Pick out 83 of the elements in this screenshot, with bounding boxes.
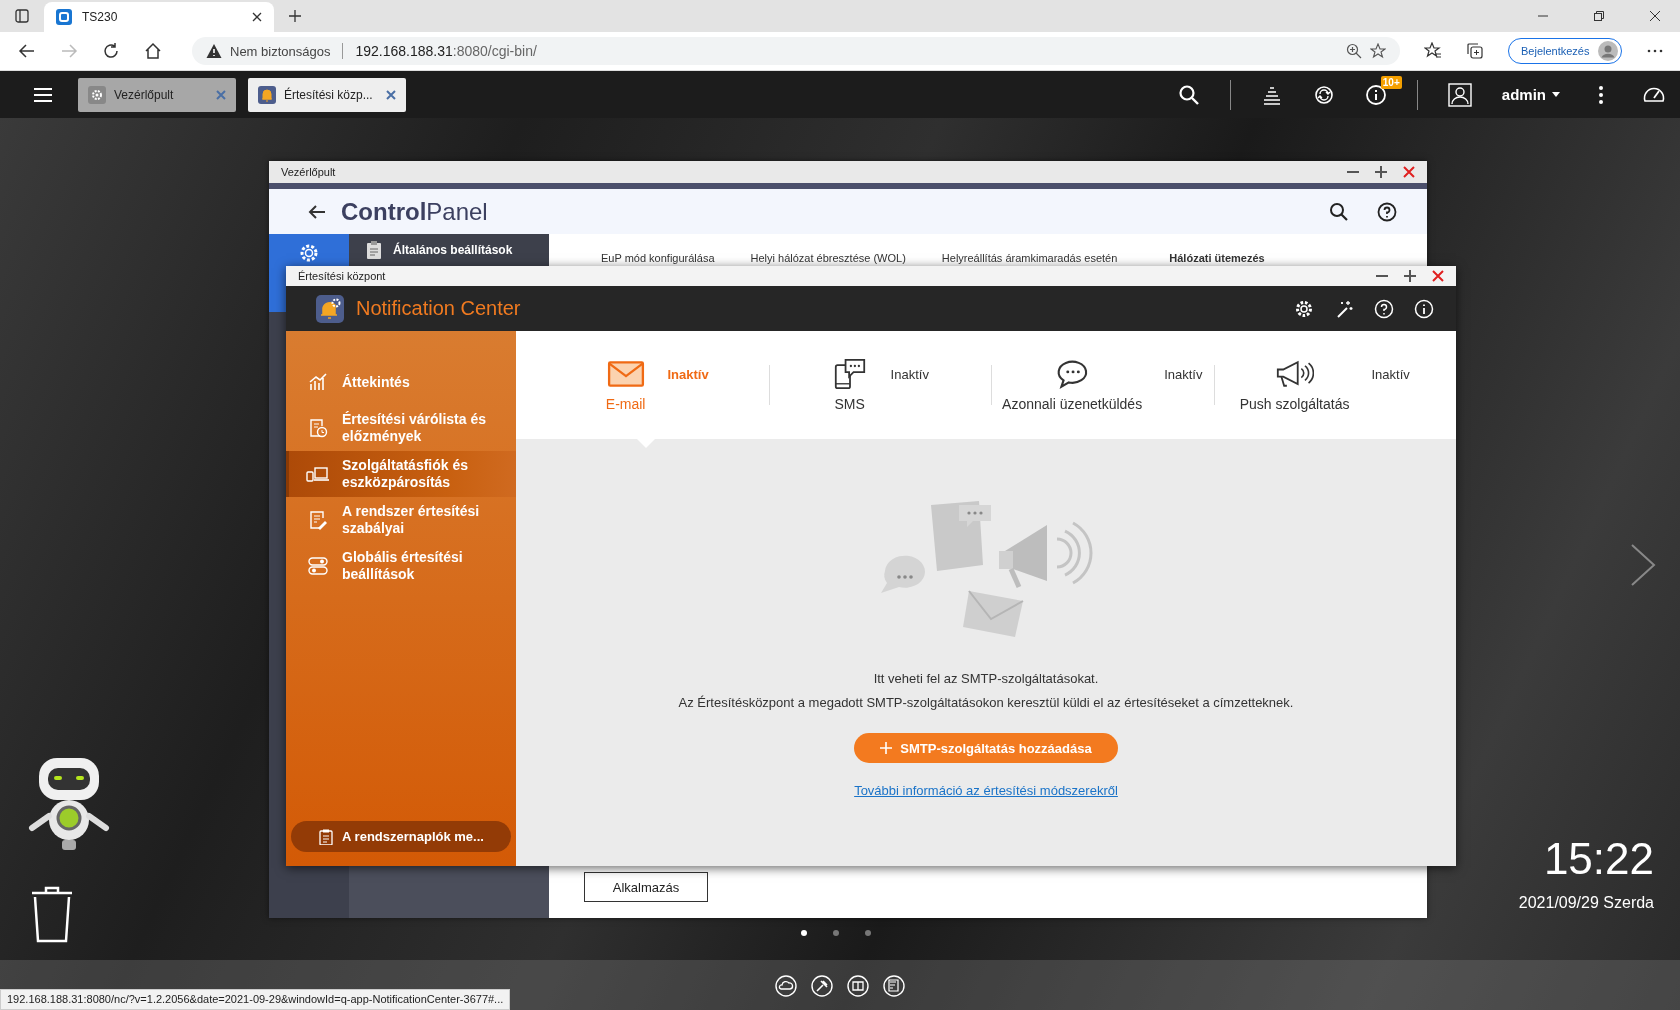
maximize-icon[interactable] [1375, 166, 1387, 178]
settings-item[interactable]: Általános beállítások [349, 234, 549, 266]
browser-tab[interactable]: TS230 [44, 2, 274, 32]
status-label: Inaktív [1164, 366, 1203, 382]
note-edit-icon[interactable] [883, 974, 905, 997]
back-arrow-icon[interactable] [18, 42, 36, 60]
security-label: Nem biztonságos [230, 43, 331, 59]
channel-tab[interactable]: Push szolgáltatás Inaktív [1213, 331, 1436, 439]
help-icon[interactable] [1377, 201, 1397, 222]
window-title: Értesítési központ [298, 270, 386, 282]
gear-icon [298, 242, 320, 264]
bell-gear-icon [316, 294, 344, 323]
page-dot[interactable] [865, 930, 871, 936]
megaphone-icon [1275, 358, 1314, 390]
status-label: Inaktív [667, 366, 709, 382]
settings-tab[interactable]: Helyreállítás áramkimaradás esetén [941, 252, 1118, 268]
robot-drawing[interactable] [26, 756, 112, 852]
nav-item[interactable]: Szolgáltatásfiók és eszközpárosítás [286, 451, 516, 497]
status-label: Inaktív [890, 366, 929, 382]
app-logo-icon [56, 9, 72, 25]
app-tab[interactable]: Értesítési közp... [248, 77, 406, 112]
page-dot[interactable] [801, 930, 807, 936]
new-tab-icon[interactable] [288, 9, 302, 23]
search-icon[interactable] [1177, 83, 1200, 106]
address-field[interactable]: Nem biztonságos 192.168.188.31:8080/cgi-bin/ [192, 37, 1400, 65]
status-url: 192.168.188.31:8080/nc/?v=1.2.2056&date=2021-09-29&windowId=q-app-NotificationCenter-3677#... [0, 989, 511, 1010]
user-menu[interactable]: admin [1501, 86, 1560, 103]
trash-icon[interactable] [30, 885, 74, 943]
envelope-icon [606, 358, 645, 390]
clock-date: 2021/09/29 Szerda [1518, 894, 1654, 912]
clipboard-icon [318, 828, 335, 845]
url-text: 192.168.188.31:8080/cgi-bin/ [355, 43, 537, 59]
close-icon[interactable] [252, 12, 262, 22]
reload-icon[interactable] [102, 42, 120, 60]
zoom-icon[interactable] [1346, 43, 1362, 59]
warning-icon [206, 43, 222, 59]
system-logs-button[interactable]: A rendszernaplók me... [291, 821, 511, 852]
tools-icon[interactable] [811, 974, 833, 997]
tab-label: Vezérlőpult [114, 87, 174, 102]
home-icon[interactable] [144, 42, 162, 60]
window-title: Vezérlőpult [281, 166, 336, 178]
apply-button[interactable]: Alkalmazás [584, 872, 708, 902]
page-dot[interactable] [833, 930, 839, 936]
bell-icon [258, 85, 276, 104]
tab-title: TS230 [82, 10, 118, 24]
plus-icon [880, 742, 893, 754]
gear-icon [88, 85, 106, 104]
settings-tab[interactable]: EuP mód konfigurálása [601, 252, 715, 268]
avatar-icon [1597, 41, 1618, 61]
info-text: Az Értesítésközpont a megadott SMTP-szolgáltatásokon keresztül küldi el az értesítéseket a címzetteknek. [678, 694, 1294, 712]
channel-tab[interactable]: Azonnali üzenetküldés Inaktív [991, 331, 1214, 439]
settings-icon[interactable] [1294, 298, 1314, 319]
app-title: Notification Center [356, 297, 521, 320]
star-add-icon[interactable] [1370, 43, 1386, 59]
channel-tab[interactable]: SMS Inaktív [768, 331, 991, 439]
restore-icon[interactable] [1594, 11, 1604, 21]
tab-label: Értesítési közp... [284, 87, 373, 102]
app-tab[interactable]: Vezérlőpult [78, 77, 236, 112]
search-icon[interactable] [1329, 201, 1349, 222]
status-label: Inaktív [1371, 366, 1410, 382]
cloud-icon[interactable] [775, 974, 797, 997]
toggles-icon [308, 556, 328, 576]
caret-icon [1552, 91, 1560, 98]
devices-icon [306, 464, 330, 484]
bar-chart-icon [308, 372, 328, 392]
document-edit-icon [308, 510, 328, 530]
user-icon[interactable] [1447, 82, 1472, 107]
more-info-link[interactable]: További információ az értesítési módszerekről [854, 783, 1118, 798]
clipboard-icon [365, 241, 383, 259]
app-heading: ControlPanel [341, 197, 488, 226]
document-history-icon [308, 418, 328, 438]
close-icon[interactable] [1650, 11, 1660, 21]
favorites-icon[interactable] [1424, 42, 1442, 60]
notification-badge: 10+ [1380, 75, 1402, 89]
book-icon[interactable] [847, 974, 869, 997]
info-icon[interactable] [1414, 298, 1434, 319]
tab-actions-icon[interactable] [14, 8, 30, 24]
collections-icon[interactable] [1466, 42, 1484, 60]
info-text: Itt veheti fel az SMTP-szolgáltatásokat. [873, 670, 1099, 688]
settings-tab[interactable]: Helyi hálózat ébresztése (WOL) [750, 252, 906, 268]
maximize-icon[interactable] [1404, 270, 1416, 282]
sync-icon[interactable] [1312, 83, 1335, 106]
clock-time: 15:22 [1543, 834, 1654, 884]
